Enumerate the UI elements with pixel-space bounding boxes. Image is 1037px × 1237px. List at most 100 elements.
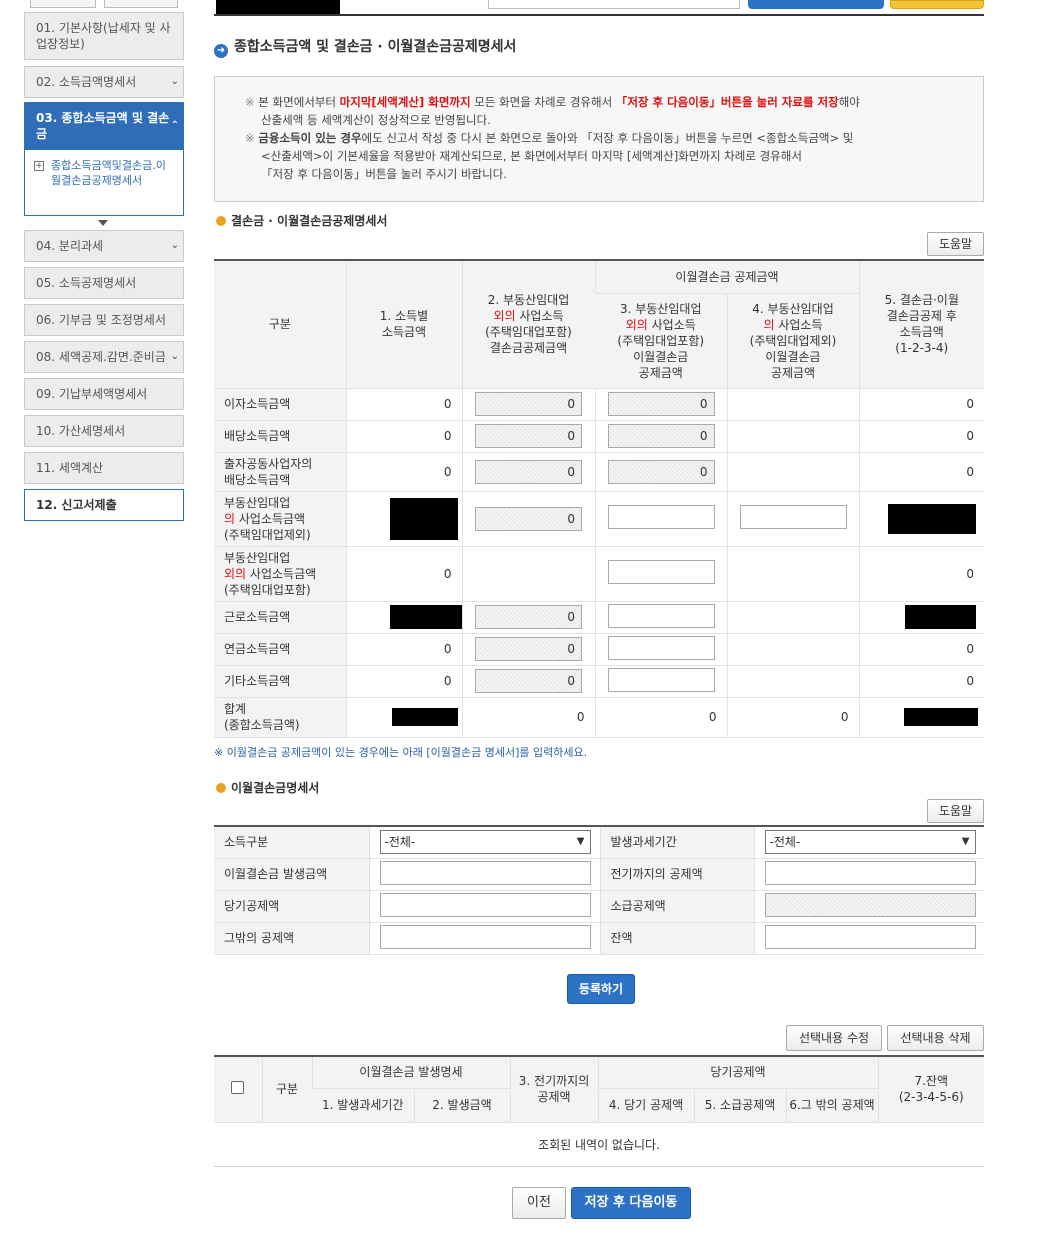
notice-line-4: <산출세액>이 기본세율을 적용받아 재계산되므로, 본 화면에서부터 마지막 … [261, 149, 802, 163]
top-cut-yellow-button[interactable] [890, 0, 984, 9]
notice-line-3: ※ 금융소득이 있는 경우에도 신고서 작성 중 다시 본 화면으로 돌아와 「… [245, 131, 854, 145]
list-header-cur-deduct: 4. 당기 공제액 [597, 1088, 694, 1123]
prev-button[interactable]: 이전 [512, 1187, 566, 1219]
arrow-circle-icon: ➜ [214, 44, 228, 58]
list-header-occur: 이월결손금 발생명세 [311, 1056, 510, 1089]
sidebar-item-08[interactable]: 08. 세액공제.감면.준비금 ⌄ [24, 341, 184, 373]
header-gubun: 구분 [214, 260, 346, 389]
sidebar-item-03[interactable]: 03. 종합소득금액 및 결손금 ⌃ [24, 102, 184, 150]
redacted-block [905, 605, 976, 629]
c3-input[interactable]: 0 [607, 392, 715, 416]
help-button-2[interactable]: 도움말 [927, 799, 984, 823]
top-redacted-bar [216, 0, 340, 14]
list-header-balance: 7.잔액 (2-3-4-5-6) [877, 1056, 984, 1123]
sidebar-item-05[interactable]: 05. 소득공제명세서 [24, 267, 184, 299]
table-row: 이자소득금액 0 0 0 0 [214, 388, 984, 421]
c4-input[interactable] [739, 505, 847, 529]
period-select[interactable]: -전체- ▼ [764, 830, 976, 855]
top-cut-box [488, 0, 740, 9]
sidebar-item-06[interactable]: 06. 기부금 및 조정명세서 [24, 304, 184, 336]
c3-input[interactable] [607, 667, 715, 692]
chevron-down-icon: ▼ [961, 836, 970, 848]
bullet-icon [216, 783, 226, 793]
top-divider [214, 14, 984, 16]
chevron-up-icon: ⌃ [170, 120, 179, 131]
c2-input[interactable]: 0 [475, 506, 582, 531]
c3-input[interactable] [607, 603, 715, 628]
footnote: ※ 이월결손금 공제금액이 있는 경우에는 아래 [이월결손금 명세서]를 입력… [214, 746, 588, 759]
sidebar-item-10[interactable]: 10. 가산세명세서 [24, 415, 184, 447]
list-header-gubun: 구분 [261, 1056, 312, 1123]
sidebar-item-11[interactable]: 11. 세액계산 [24, 452, 184, 484]
income-type-select[interactable]: -전체- ▼ [379, 830, 591, 855]
top-cut-blue-button[interactable] [748, 0, 884, 9]
header-c5: 5. 결손금·이월 결손금공제 후 소득금액 (1-2-3-4) [858, 260, 984, 389]
header-c4: 4. 부동산임대업 의 사업소득 (주택임대업제외) 이월결손금 공제금액 [726, 293, 859, 389]
prev-deduct-input[interactable] [764, 860, 976, 885]
table-row: 부동산임대업 외의 사업소득금액 (주택임대업포함) 0 0 [214, 546, 984, 602]
page-title: ➜ 종합소득금액 및 결손금 · 이월결손금공제명세서 [214, 36, 516, 58]
register-button[interactable]: 등록하기 [567, 974, 635, 1004]
top-cut-sidebar-buttons-2[interactable] [104, 0, 178, 8]
delete-selected-button[interactable]: 선택내용 삭제 [887, 1025, 984, 1051]
c2-input[interactable]: 0 [475, 424, 582, 448]
other-deduct-input[interactable] [379, 924, 591, 949]
redacted-block [389, 497, 458, 540]
c3-input[interactable]: 0 [607, 424, 715, 448]
refund-deduct-input[interactable] [764, 892, 976, 917]
table-row: 근로소득금액 0 [214, 601, 984, 634]
occur-amount-input[interactable] [379, 860, 591, 885]
chevron-down-icon: ⌄ [170, 76, 179, 87]
sidebar-item-12[interactable]: 12. 신고서제출 [24, 489, 184, 521]
notice-line-1: ※ 본 화면에서부터 마지막[세액계산] 화면까지 모든 화면을 차례로 경유해… [245, 95, 860, 109]
redacted-block [904, 708, 978, 726]
table-row: 부동산임대업 의 사업소득금액 (주택임대업제외) 0 [214, 491, 984, 547]
header-group: 이월결손금 공제금액 [594, 260, 859, 294]
header-c3: 3. 부동산임대업 외의 사업소득 (주택임대업포함) 이월결손금 공제금액 [595, 293, 727, 389]
sidebar-subitem[interactable]: + 종합소득금액및결손금.이월결손금공제명세서 [24, 150, 184, 216]
sidebar-item-04[interactable]: 04. 분리과세 ⌄ [24, 230, 184, 262]
chevron-down-icon: ▼ [576, 836, 585, 848]
notice-line-5: 「저장 후 다음이동」버튼을 눌러 주시기 바랍니다. [261, 167, 507, 181]
header-c1: 1. 소득별 소득금액 [345, 260, 462, 389]
cur-deduct-input[interactable] [379, 892, 591, 917]
c2-input[interactable]: 0 [475, 669, 582, 693]
section1-title: 결손금 · 이월결손금공제명세서 [216, 212, 387, 229]
sidebar-item-02[interactable]: 02. 소득금액명세서 ⌄ [24, 66, 184, 98]
list-header-period: 1. 발생과세기간 [312, 1088, 414, 1123]
c2-input[interactable]: 0 [475, 392, 582, 416]
balance-input[interactable] [764, 924, 976, 949]
c2-input[interactable]: 0 [475, 637, 582, 661]
table-row: 연금소득금액 0 0 0 [214, 633, 984, 666]
save-next-button[interactable]: 저장 후 다음이동 [571, 1187, 691, 1219]
plus-icon: + [34, 161, 44, 171]
list-header-other: 6.그 밖의 공제액 [785, 1088, 878, 1123]
deficit-table: 구분 1. 소득별 소득금액 2. 부동산임대업 외의 사업소득 (주택임대업포함)… [214, 259, 984, 738]
sidebar-item-01[interactable]: 01. 기본사항(납세자 및 사업장정보) [24, 12, 184, 60]
c3-input[interactable] [607, 635, 715, 660]
c2-input[interactable]: 0 [475, 459, 582, 484]
top-cut-sidebar-buttons[interactable] [30, 0, 96, 8]
redacted-block [389, 605, 462, 629]
bullet-icon [216, 216, 226, 226]
c3-input[interactable] [607, 560, 715, 584]
list-header-refund: 5. 소급공제액 [693, 1088, 786, 1123]
carryover-list-table: 구분 이월결손금 발생명세 3. 전기까지의 공제액 당기공제액 7.잔액 (2-3… [214, 1055, 984, 1167]
help-button-1[interactable]: 도움말 [927, 232, 984, 256]
c2-input[interactable]: 0 [475, 605, 582, 629]
notice-box: ※ 본 화면에서부터 마지막[세액계산] 화면까지 모든 화면을 차례로 경유해… [214, 76, 984, 202]
c3-input[interactable]: 0 [607, 459, 715, 484]
c3-input[interactable] [607, 505, 715, 529]
redacted-block [391, 708, 458, 726]
list-header-prev: 3. 전기까지의 공제액 [509, 1056, 598, 1123]
redacted-block [888, 503, 976, 534]
carryover-form: 소득구분 -전체- ▼ 발생과세기간 -전체- ▼ 이월결손금 발생금액 전기까지의… [214, 825, 984, 955]
table-row: 배당소득금액 0 0 0 0 [214, 420, 984, 453]
select-all-checkbox[interactable] [231, 1080, 245, 1094]
notice-line-2: 산출세액 등 세액계산이 정상적으로 반영됩니다. [261, 113, 491, 127]
section2-title: 이월결손금명세서 [216, 779, 319, 796]
edit-selected-button[interactable]: 선택내용 수정 [786, 1025, 882, 1051]
sidebar-item-09[interactable]: 09. 기납부세액명세서 [24, 378, 184, 410]
empty-message: 조회된 내역이 없습니다. [214, 1122, 984, 1167]
table-row-total: 합계 (종합소득금액) 0 0 0 [214, 697, 984, 738]
